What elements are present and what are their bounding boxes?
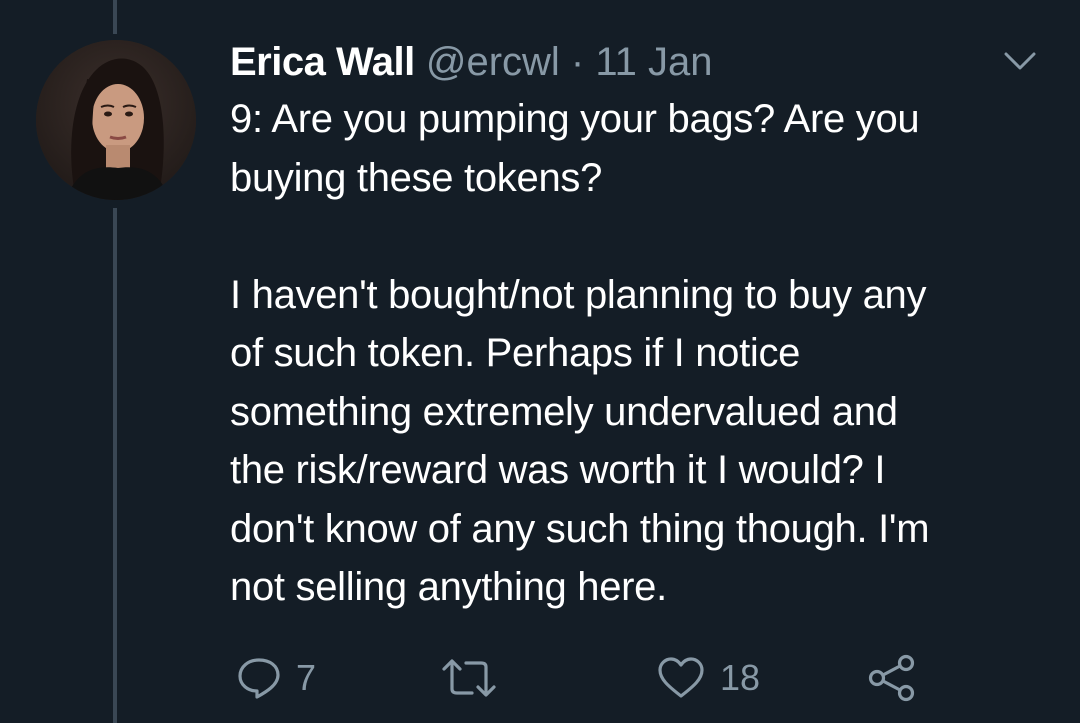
tweet-text-line: not selling anything here.	[230, 565, 667, 609]
tweet-actions: 7 18	[0, 648, 1080, 708]
reply-icon	[238, 658, 280, 699]
tweet-text-line: I haven't bought/not planning to buy any	[230, 272, 927, 317]
tweet-text-line: of such token. Perhaps if I notice	[230, 331, 801, 375]
author-name[interactable]: Erica Wall	[230, 40, 415, 84]
tweet-card[interactable]: Erica Wall @ercwl · 11 Jan 9: Are you pu…	[0, 0, 1080, 723]
avatar-image	[36, 40, 196, 200]
tweet-header: Erica Wall @ercwl · 11 Jan	[230, 34, 713, 90]
share-icon	[868, 654, 915, 702]
retweet-icon	[442, 659, 496, 697]
tweet-text-line: don't know of any such thing though. I'm	[230, 506, 930, 551]
separator-dot: ·	[570, 40, 585, 84]
tweet-text-blank-line	[230, 207, 1060, 266]
reply-count: 7	[296, 657, 317, 698]
like-button[interactable]: 18	[656, 648, 760, 708]
author-handle[interactable]: @ercwl	[426, 40, 560, 84]
thread-line	[113, 0, 117, 34]
share-button[interactable]	[866, 648, 918, 708]
heart-icon	[658, 657, 704, 698]
tweet-text-line: the risk/reward was worth it I would? I	[230, 448, 886, 492]
tweet-text-line: something extremely undervalued and	[230, 389, 898, 434]
tweet-text-line: 9: Are you pumping your bags? Are you	[230, 97, 920, 141]
tweet-menu-button[interactable]	[1000, 46, 1040, 76]
like-count: 18	[720, 657, 761, 698]
chevron-down-icon	[1004, 52, 1036, 70]
tweet-text-line: buying these tokens?	[230, 155, 603, 200]
tweet-date[interactable]: 11 Jan	[595, 40, 712, 84]
avatar[interactable]	[36, 40, 196, 200]
retweet-button[interactable]	[440, 648, 512, 708]
thread-line	[113, 208, 117, 723]
reply-button[interactable]: 7	[236, 648, 316, 708]
tweet-text: 9: Are you pumping your bags? Are you bu…	[230, 90, 1060, 617]
